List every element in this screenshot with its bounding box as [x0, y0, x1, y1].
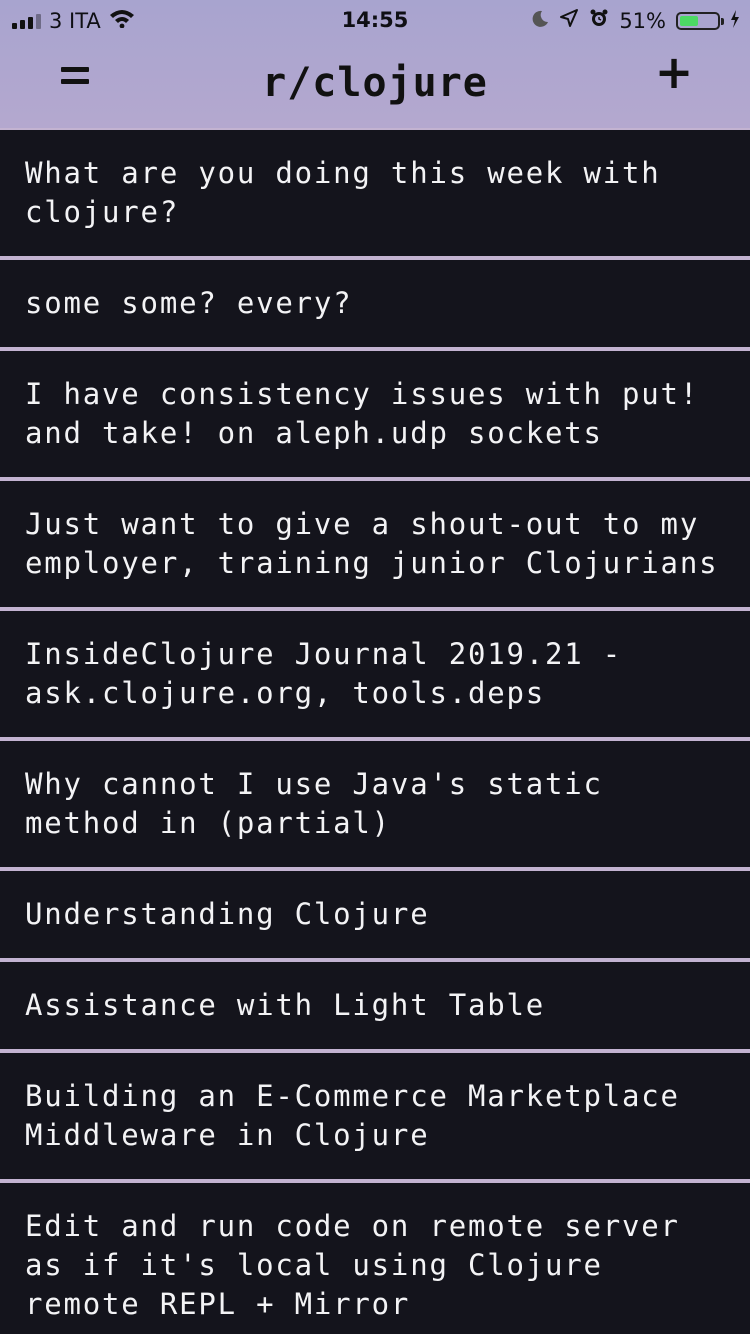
battery-percent: 51%: [619, 8, 666, 33]
post-item[interactable]: Understanding Clojure: [0, 871, 750, 958]
add-post-button[interactable]: +: [654, 49, 694, 95]
charging-icon: [730, 9, 740, 33]
moon-icon: [531, 9, 549, 33]
post-item[interactable]: Just want to give a shout-out to my empl…: [0, 481, 750, 607]
post-item[interactable]: I have consistency issues with put! and …: [0, 351, 750, 477]
status-right: 51%: [531, 8, 740, 33]
post-item[interactable]: Why cannot I use Java's static method in…: [0, 741, 750, 867]
location-icon: [559, 8, 579, 33]
battery-level: [680, 15, 699, 26]
nav-bar: r/clojure +: [0, 40, 750, 128]
post-item[interactable]: some some? every?: [0, 260, 750, 347]
page-title: r/clojure: [262, 60, 488, 106]
status-bar: 3 ITA 14:55 51%: [0, 0, 750, 40]
post-item[interactable]: Building an E-Commerce Marketplace Middl…: [0, 1053, 750, 1179]
post-item[interactable]: Assistance with Light Table: [0, 962, 750, 1049]
battery-icon: [676, 11, 724, 30]
alarm-icon: [589, 8, 609, 33]
app-screen: 3 ITA 14:55 51% r/clojure + What are you…: [0, 0, 750, 1334]
post-item[interactable]: InsideClojure Journal 2019.21 - ask.cloj…: [0, 611, 750, 737]
post-item[interactable]: What are you doing this week with clojur…: [0, 130, 750, 256]
header: 3 ITA 14:55 51% r/clojure +: [0, 0, 750, 128]
post-item[interactable]: Edit and run code on remote server as if…: [0, 1183, 750, 1334]
post-list[interactable]: What are you doing this week with clojur…: [0, 130, 750, 1334]
